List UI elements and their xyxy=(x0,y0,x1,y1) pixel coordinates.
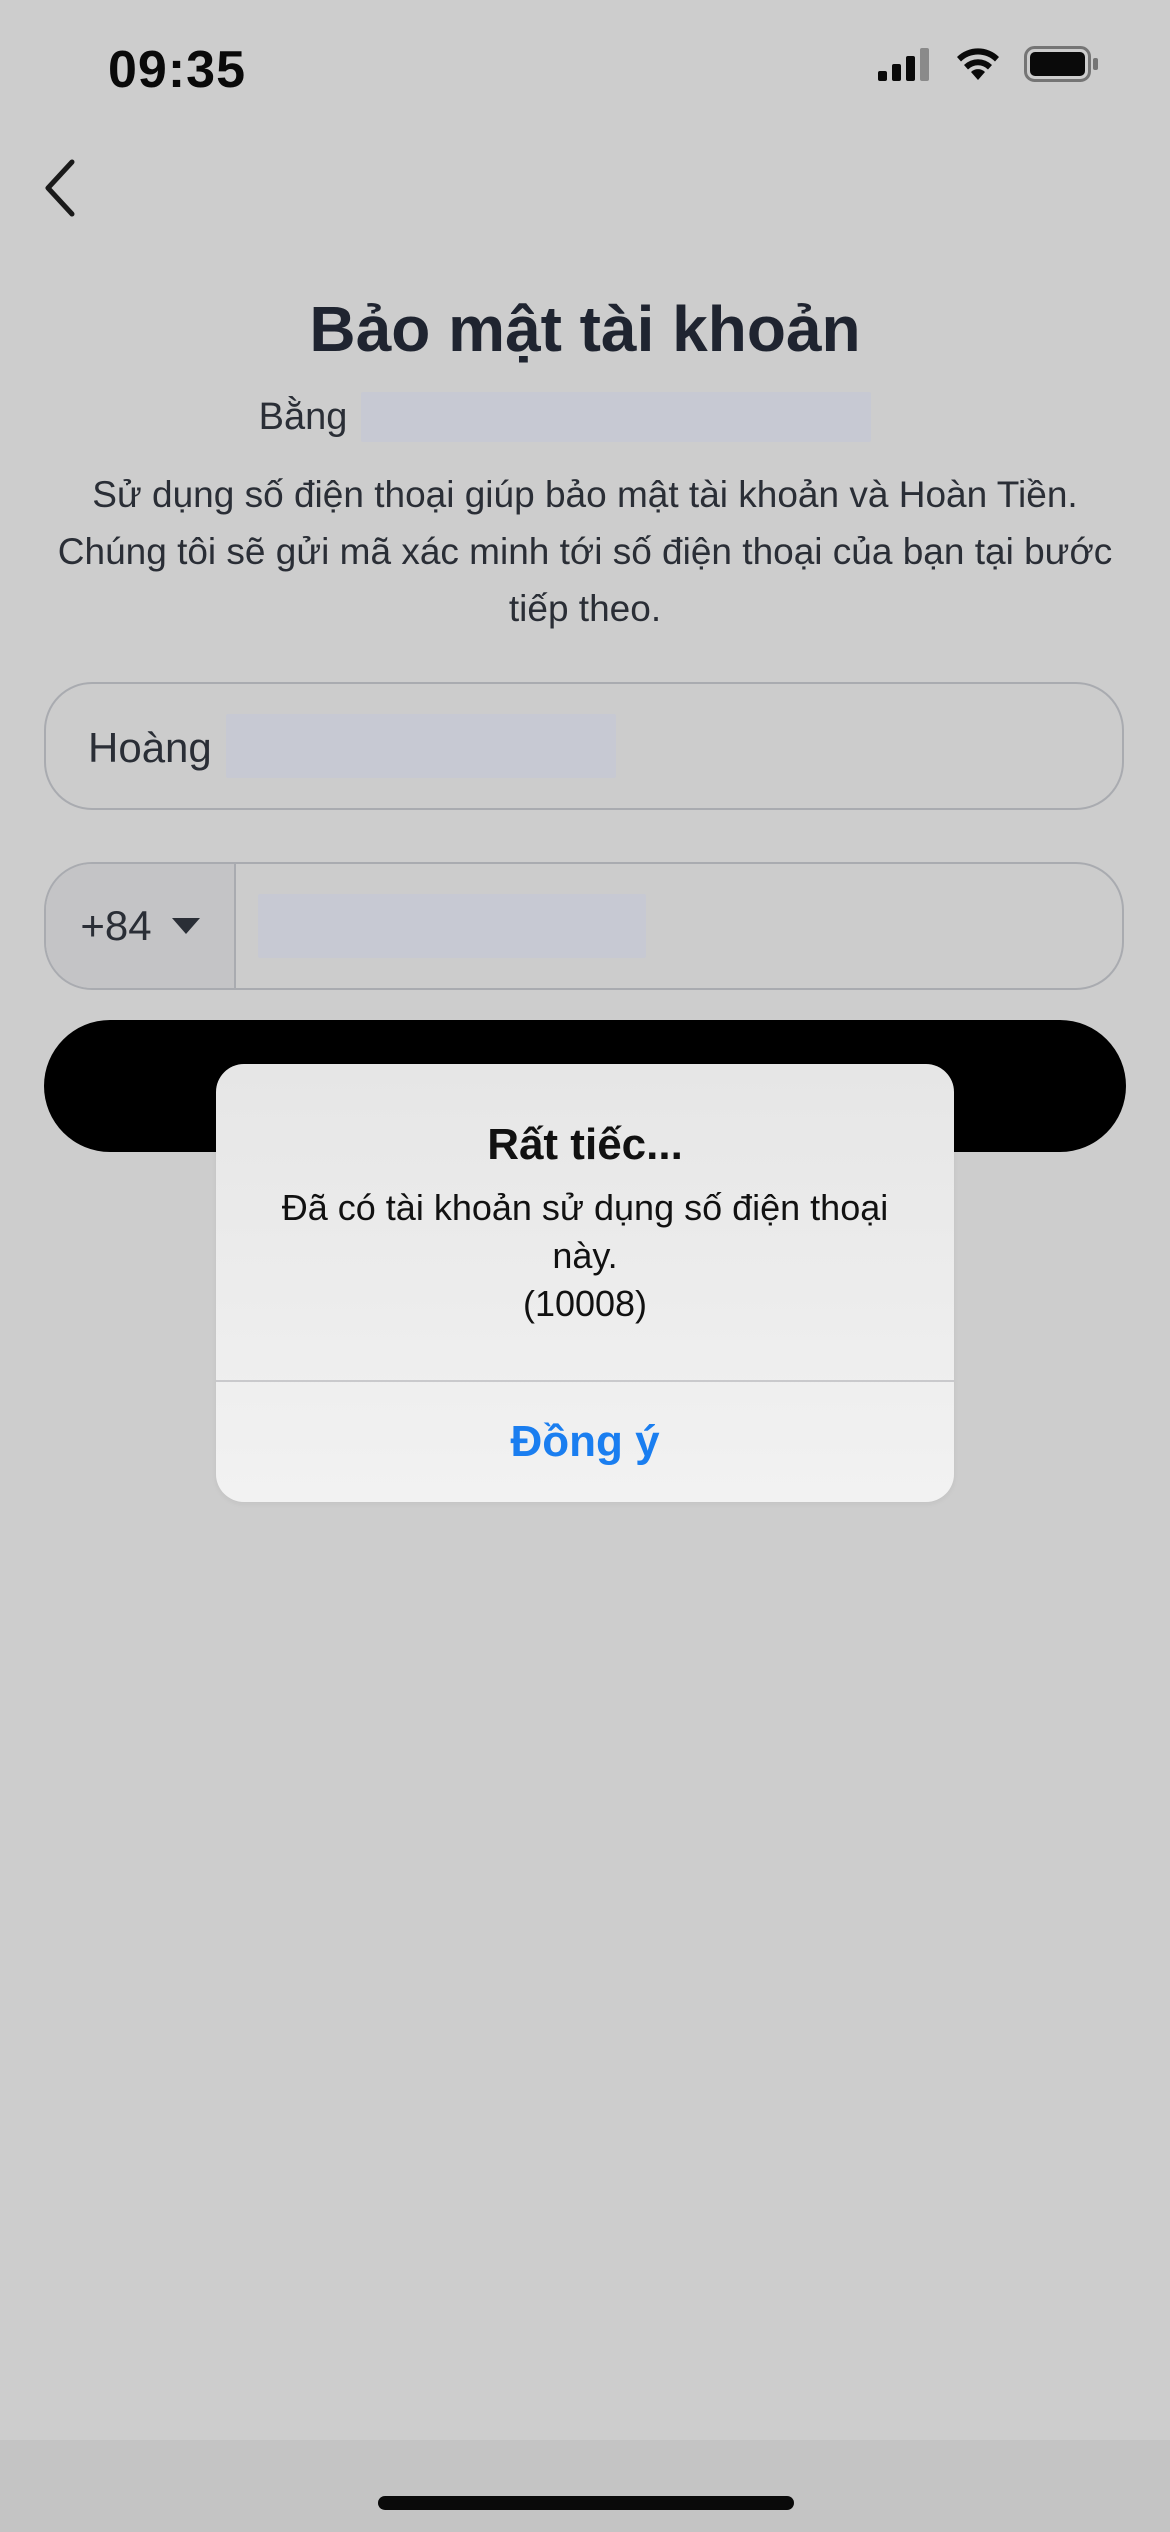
redacted-account xyxy=(361,392,872,442)
bottom-bar xyxy=(0,2440,1170,2532)
wifi-icon xyxy=(957,48,999,80)
alert-error-code: (10008) xyxy=(522,1283,648,1324)
country-code-selector[interactable]: +84 xyxy=(46,864,236,988)
country-code: +84 xyxy=(80,902,152,949)
back-button[interactable] xyxy=(30,148,90,228)
account-subline: Bằng xyxy=(0,392,1170,442)
status-icons xyxy=(878,46,1100,82)
cellular-signal-icon xyxy=(878,48,929,81)
battery-icon xyxy=(1024,46,1098,82)
phone-field[interactable]: +84 xyxy=(44,862,1124,990)
chevron-left-icon xyxy=(45,159,75,217)
redacted-name xyxy=(226,714,616,778)
redacted-phone xyxy=(258,894,646,958)
home-indicator[interactable] xyxy=(378,2496,794,2510)
alert-message: Đã có tài khoản sử dụng số điện thoại nà… xyxy=(276,1184,894,1328)
alert-confirm-button[interactable]: Đồng ý xyxy=(216,1382,954,1502)
status-bar: 09:35 xyxy=(0,0,1170,140)
page-title: Bảo mật tài khoản xyxy=(309,293,861,365)
name-field[interactable]: Hoàng xyxy=(44,682,1124,810)
alert-message-text: Đã có tài khoản sử dụng số điện thoại nà… xyxy=(281,1187,889,1276)
screen: 09:35 Bảo mật tài khoản Bằng Sử dụng số … xyxy=(0,0,1170,2532)
page-description: Sử dụng số điện thoại giúp bảo mật tài k… xyxy=(57,474,1113,629)
caret-down-icon xyxy=(171,918,200,934)
alert-title: Rất tiếc... xyxy=(487,1120,683,1169)
status-time: 09:35 xyxy=(108,41,246,99)
name-value: Hoàng xyxy=(88,724,212,771)
subline-prefix: Bằng xyxy=(258,395,348,438)
error-alert: Rất tiếc... Đã có tài khoản sử dụng số đ… xyxy=(216,1064,954,1502)
